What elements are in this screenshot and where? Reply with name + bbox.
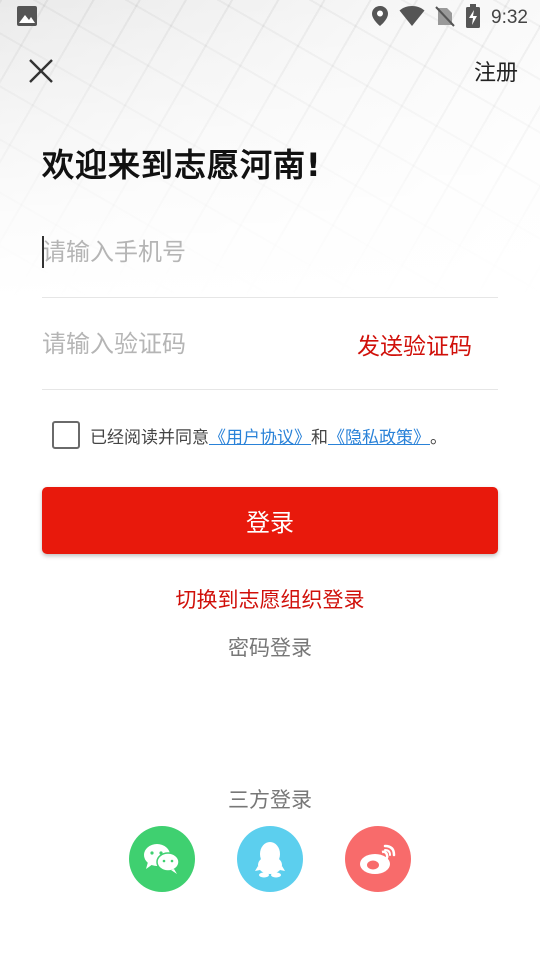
password-login-link[interactable]: 密码登录 (0, 632, 540, 662)
agreement-prefix: 已经阅读并同意 (90, 427, 209, 448)
top-bar: 注册 (0, 46, 540, 96)
weibo-login-button[interactable] (345, 826, 411, 892)
qq-icon (255, 842, 285, 878)
phone-input[interactable] (42, 237, 498, 266)
phone-field-row (42, 206, 498, 298)
privacy-policy-link[interactable]: 《隐私政策》 (328, 423, 430, 448)
agreement-suffix: 。 (430, 427, 447, 448)
wechat-icon (144, 844, 180, 874)
register-link[interactable]: 注册 (474, 55, 518, 87)
close-button[interactable] (26, 56, 56, 86)
agreement-row: 已经阅读并同意 《用户协议》 和 《隐私政策》 。 (52, 421, 447, 449)
close-icon (29, 59, 53, 83)
text-caret (42, 236, 44, 268)
switch-org-login-link[interactable]: 切换到志愿组织登录 (0, 584, 540, 614)
third-party-login-title: 三方登录 (228, 788, 312, 812)
user-agreement-link[interactable]: 《用户协议》 (209, 423, 311, 448)
no-sim-icon (435, 5, 455, 31)
wechat-login-button[interactable] (129, 826, 195, 892)
send-code-button[interactable]: 发送验证码 (357, 327, 472, 361)
qq-login-button[interactable] (237, 826, 303, 892)
agreement-checkbox[interactable] (52, 421, 80, 449)
page-title: 欢迎来到志愿河南! (42, 146, 322, 184)
wifi-icon (399, 5, 425, 31)
status-time: 9:32 (491, 7, 528, 28)
weibo-icon (360, 844, 396, 874)
agreement-and: 和 (311, 427, 328, 448)
location-icon (371, 5, 389, 31)
image-icon (16, 5, 38, 31)
battery-charging-icon (465, 4, 481, 32)
code-field-row: 发送验证码 (42, 298, 498, 390)
status-bar: 9:32 (0, 0, 540, 36)
login-button[interactable]: 登录 (42, 487, 498, 554)
